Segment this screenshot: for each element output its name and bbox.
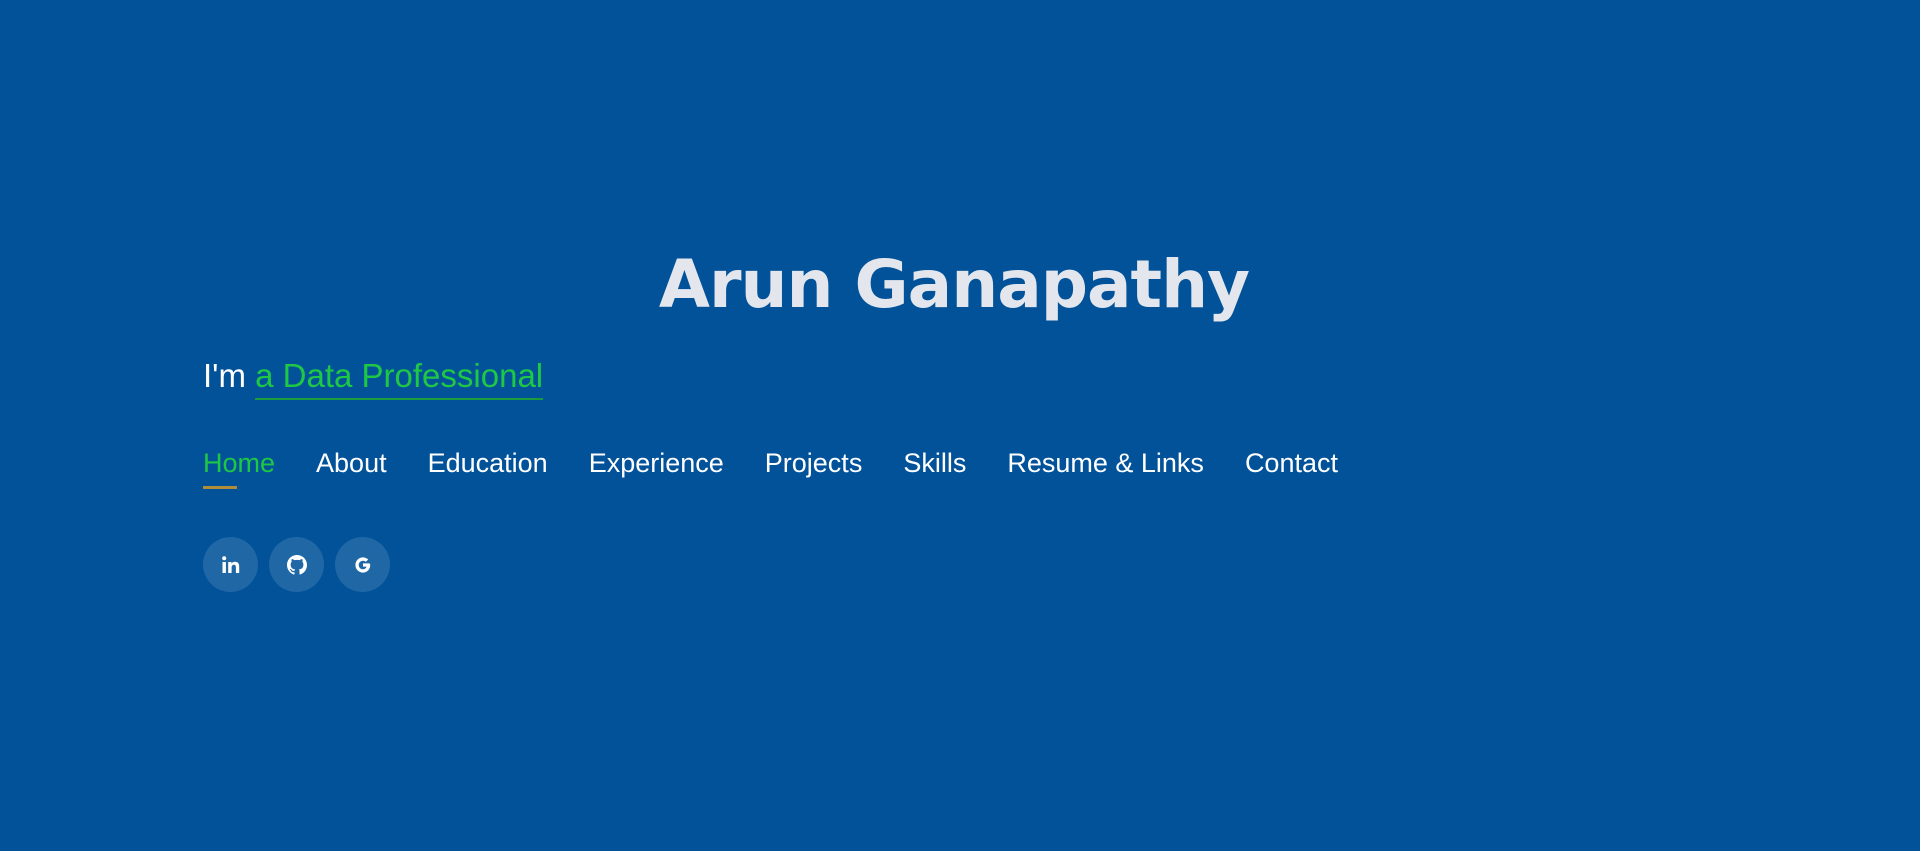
github-button[interactable] (269, 537, 324, 592)
social-links (203, 537, 390, 592)
nav-item-experience[interactable]: Experience (589, 443, 724, 483)
github-icon (286, 554, 307, 575)
tagline-prefix: I'm (203, 357, 246, 394)
nav-item-education[interactable]: Education (428, 443, 548, 483)
nav-item-home[interactable]: Home (203, 443, 275, 489)
main-nav: Home About Education Experience Projects… (203, 443, 1338, 489)
nav-item-resume-links[interactable]: Resume & Links (1007, 443, 1204, 483)
google-icon (353, 555, 373, 575)
linkedin-icon (221, 555, 241, 575)
nav-item-projects[interactable]: Projects (765, 443, 863, 483)
linkedin-button[interactable] (203, 537, 258, 592)
hero-section: Arun Ganapathy I'm a Data Professional H… (0, 0, 1920, 851)
hero-tagline: I'm a Data Professional (203, 356, 544, 400)
hero-name: Arun Ganapathy (658, 246, 1250, 323)
nav-item-about[interactable]: About (316, 443, 387, 483)
nav-item-skills[interactable]: Skills (903, 443, 966, 483)
google-button[interactable] (335, 537, 390, 592)
nav-item-contact[interactable]: Contact (1245, 443, 1338, 483)
tagline-typed-text: a Data Professional (255, 357, 544, 400)
